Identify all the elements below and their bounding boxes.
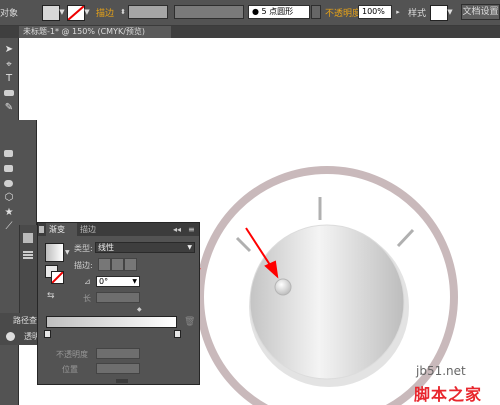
rectangle-icon[interactable] [4,90,14,96]
polygon-icon[interactable]: ⬡ [2,192,16,204]
tab-gradient[interactable]: 渐变 [46,223,77,236]
position-field[interactable] [96,363,140,374]
star-icon[interactable]: ★ [2,207,16,219]
angle-field[interactable]: 0° ▼ [96,276,140,287]
type-icon[interactable]: T [2,73,16,85]
gradient-swatch[interactable] [45,243,64,262]
watermark-site: jb51.net [416,364,466,378]
trash-icon[interactable]: 🗑 [184,317,195,327]
style-label: 样式 [408,9,427,19]
stroke-label: 描边: [74,261,93,270]
transparency-icon[interactable] [6,332,15,341]
panel-dock: ⬡ ★ ⟋ [0,120,37,340]
type-value: 线性 [98,243,114,252]
opacity-label: 不透明度 [56,350,88,359]
tab-stroke[interactable]: 描边 [80,223,96,236]
variable-width-select[interactable] [174,5,244,19]
chevron-down-icon[interactable]: ▼ [83,5,91,19]
gradient-stop-right[interactable] [174,330,181,338]
opacity-label[interactable]: 不透明度 [325,6,361,19]
opacity-field[interactable] [96,348,140,359]
gradient-slider[interactable] [46,316,177,328]
midpoint-diamond-icon[interactable]: ◆ [137,306,142,313]
chevron-down-icon: ▼ [132,278,137,285]
angle-icon: ⊿ [84,277,91,286]
stroke-option-2[interactable] [111,258,124,271]
collapse-icon[interactable]: ◂◂ [173,223,181,236]
stepper-icon[interactable]: ⬍ [119,5,127,19]
document-tab[interactable]: 未标题-1* @ 150% (CMYK/预览) [19,26,171,38]
brush-select[interactable]: ● 5 点圆形 [248,5,310,19]
rectangle-icon[interactable] [4,150,13,157]
object-label: 对象 [0,9,19,19]
stroke-square[interactable] [51,271,64,284]
direct-select-icon[interactable]: ⌖ [2,59,16,71]
document-setup-button[interactable]: 文档设置 [461,4,500,20]
opacity-field[interactable]: 100% [358,5,392,19]
panel-menu-icon[interactable]: ≡ [188,223,195,236]
aspect-field[interactable] [96,292,140,303]
menu-icon[interactable] [23,251,33,253]
none-slash-icon [68,6,84,20]
collapsed-panel-icons [19,225,37,325]
stroke-label[interactable]: 描边 [96,6,114,19]
none-slash-icon [52,272,63,283]
stroke-option-1[interactable] [98,258,111,271]
gradient-stop-left[interactable] [44,330,51,338]
stroke-option-3[interactable] [124,258,137,271]
angle-value: 0° [99,277,109,286]
watermark-name: 脚本之家 [414,385,483,404]
reverse-gradient-icon[interactable]: ⇆ [47,291,55,301]
chevron-down-icon[interactable]: ▼ [446,5,454,19]
chevron-down-icon[interactable] [311,5,321,19]
gradient-panel: 渐变 描边 ◂◂ ≡ ▼ 类型: 线性 ▼ 描边: ⇆ ⊿ 0° ▼ 长 ◆ 🗑… [37,222,200,385]
type-label: 类型: [74,244,93,253]
stroke-weight-field[interactable] [128,5,168,19]
brush-icon[interactable]: ⟋ [2,221,16,233]
control-bar: 对象 ▼ ▼ 描边 ⬍ ● 5 点圆形 不透明度 100% ▸ 样式 ▼ 文档设… [0,0,500,26]
selection-arrow-icon[interactable]: ➤ [2,44,16,56]
knob-indicator-dot [274,278,292,296]
chevron-right-icon[interactable]: ▸ [394,5,402,19]
pathfinder-dock: 路径查找器 透明 [0,313,53,345]
chevron-down-icon[interactable]: ▼ [65,249,70,256]
gradient-panel-tabs: 渐变 描边 ◂◂ ≡ [38,223,199,236]
position-label: 位置 [62,365,78,374]
rounded-rect-icon[interactable] [4,165,13,172]
resize-grip[interactable] [116,379,128,383]
swatches-icon[interactable] [23,233,33,243]
type-select[interactable]: 线性 ▼ [95,242,195,253]
aspect-label: 长 [83,294,91,303]
chevron-down-icon: ▼ [187,244,192,251]
knob-face [249,224,405,380]
chevron-down-icon[interactable]: ▼ [58,5,66,19]
grip-icon[interactable] [39,226,44,233]
ellipse-icon[interactable] [4,180,13,187]
pen-icon[interactable]: ✎ [2,102,16,114]
